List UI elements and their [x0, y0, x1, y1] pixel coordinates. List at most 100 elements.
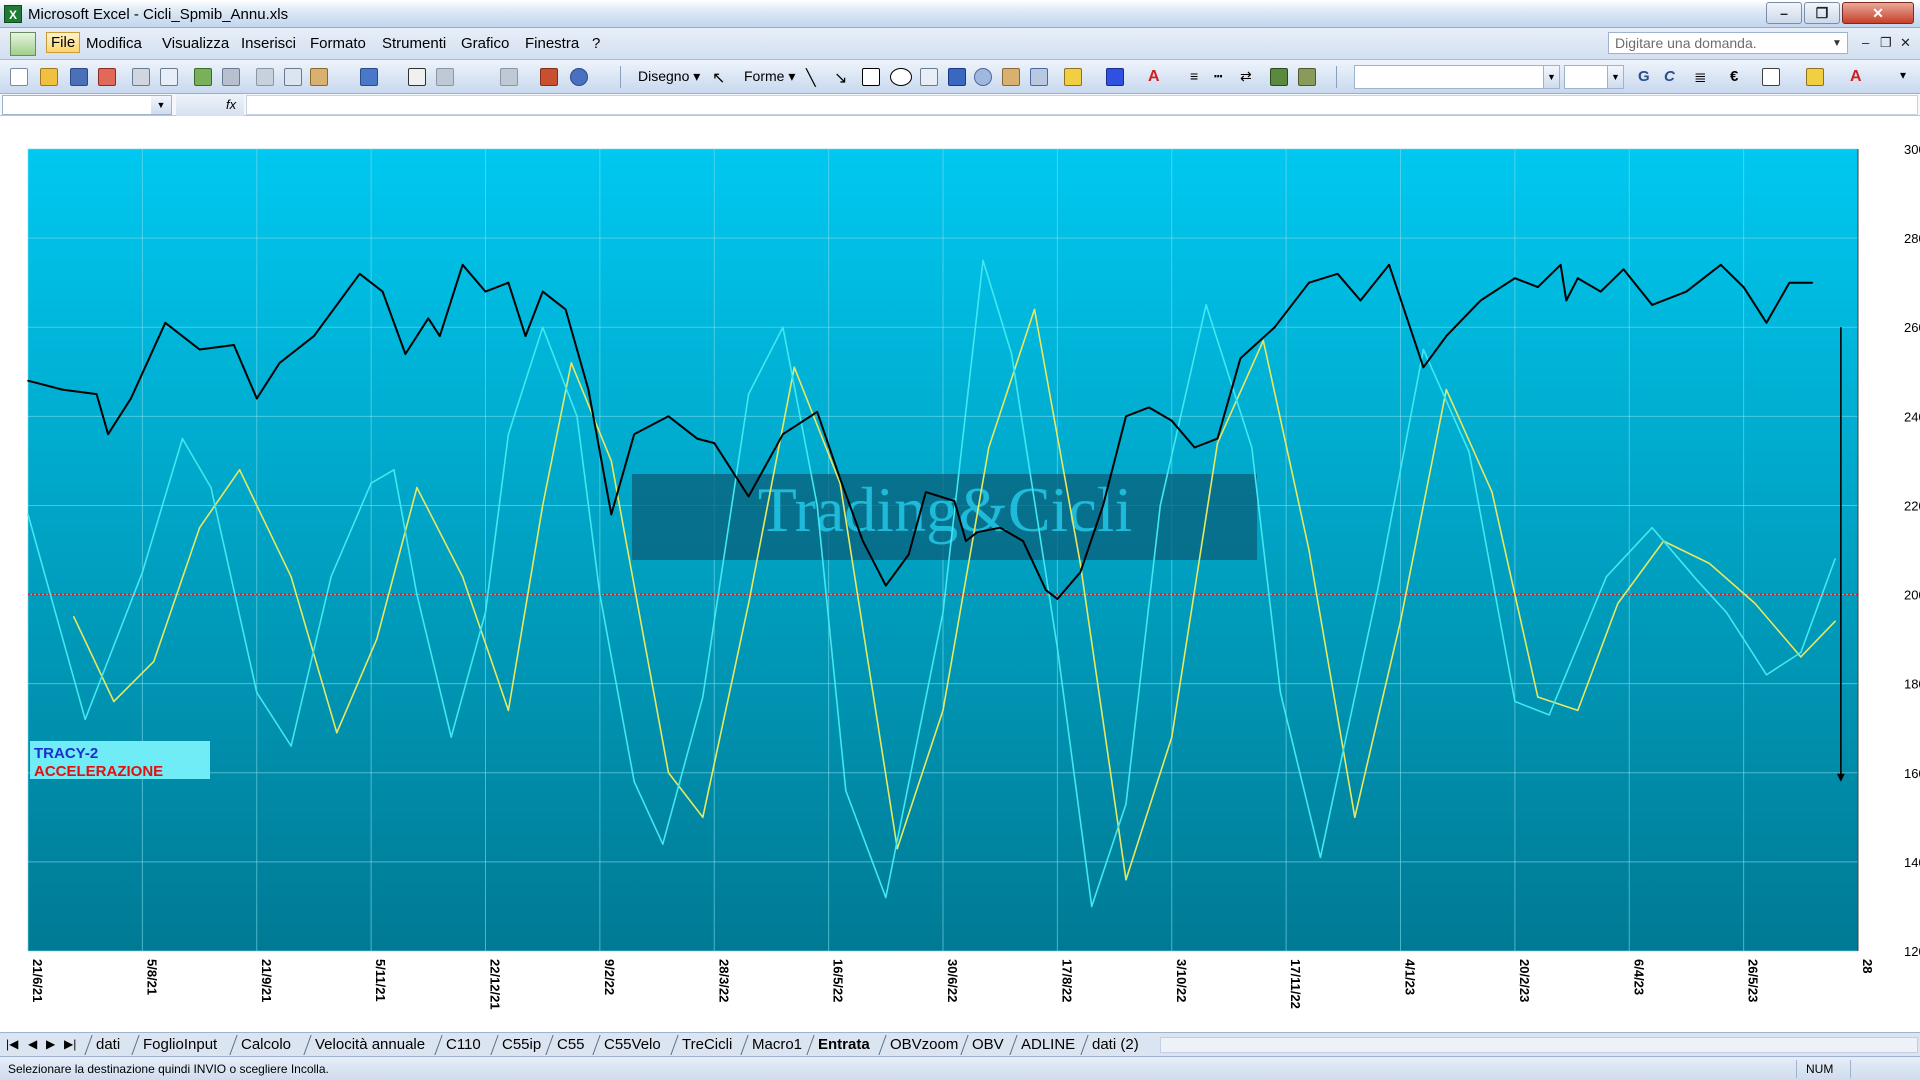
- menu-item[interactable]: Formato: [310, 35, 366, 52]
- sort-icon[interactable]: [500, 68, 518, 86]
- draw-menu[interactable]: Disegno ▾: [638, 68, 700, 85]
- fill-color-icon[interactable]: [1064, 68, 1082, 86]
- name-box-dropdown-icon[interactable]: ▼: [151, 96, 171, 114]
- help-icon[interactable]: [570, 68, 588, 86]
- chart[interactable]: Trading&Cicli 12000140001600018000200002…: [0, 116, 1920, 1032]
- chart-area[interactable]: Trading&Cicli 12000140001600018000200002…: [0, 116, 1920, 1032]
- new-file-icon[interactable]: [10, 68, 28, 86]
- sheet-tab[interactable]: OBVzoom: [890, 1036, 958, 1053]
- menu-item[interactable]: Inserisci: [241, 35, 296, 52]
- series-point-0: [885, 584, 887, 587]
- hyperlink-icon[interactable]: [408, 68, 426, 86]
- sheet-tab[interactable]: OBV: [972, 1036, 1004, 1053]
- first-sheet-icon[interactable]: |◀: [6, 1037, 18, 1051]
- series-point-0: [1193, 446, 1196, 449]
- copy-icon[interactable]: [284, 68, 302, 86]
- ask-dropdown-arrow-icon[interactable]: ▼: [1832, 38, 1842, 49]
- borders-icon[interactable]: [1762, 68, 1780, 86]
- sheet-tab[interactable]: C55: [557, 1036, 585, 1053]
- sheet-tab[interactable]: TreCicli: [682, 1036, 732, 1053]
- menu-item[interactable]: Grafico: [461, 35, 509, 52]
- clipart-icon[interactable]: [1002, 68, 1020, 86]
- align-center-icon[interactable]: ≣: [1694, 68, 1712, 86]
- autosum-icon[interactable]: [436, 68, 454, 86]
- arrow-icon[interactable]: ↘: [834, 68, 852, 87]
- select-pointer-icon[interactable]: ↖: [712, 68, 730, 87]
- excel-app-icon[interactable]: X: [4, 5, 22, 23]
- open-folder-icon[interactable]: [40, 68, 58, 86]
- sheet-tab[interactable]: C110: [446, 1036, 481, 1053]
- last-sheet-icon[interactable]: ▶|: [64, 1037, 76, 1051]
- diagram-icon[interactable]: [974, 68, 992, 86]
- sheet-tab[interactable]: C55ip: [502, 1036, 541, 1053]
- sheet-tab[interactable]: Calcolo: [241, 1036, 291, 1053]
- menu-item[interactable]: Finestra: [525, 35, 579, 52]
- insert-function-icon[interactable]: fx: [176, 94, 244, 116]
- minimize-button[interactable]: –: [1766, 2, 1802, 24]
- sheet-tab[interactable]: C55Velo: [604, 1036, 661, 1053]
- research-icon[interactable]: [222, 68, 240, 86]
- undo-icon[interactable]: [360, 68, 378, 86]
- print-preview-icon[interactable]: [160, 68, 178, 86]
- menu-item[interactable]: Strumenti: [382, 35, 446, 52]
- next-sheet-icon[interactable]: ▶: [46, 1037, 55, 1051]
- menu-item[interactable]: Modifica: [86, 35, 142, 52]
- dash-style-icon[interactable]: ┅: [1214, 68, 1232, 86]
- close-button[interactable]: ✕: [1842, 2, 1914, 24]
- picture-icon[interactable]: [1030, 68, 1048, 86]
- print-icon[interactable]: [132, 68, 150, 86]
- sheet-tab[interactable]: ADLINE: [1021, 1036, 1075, 1053]
- sheet-tab[interactable]: Entrata: [818, 1036, 870, 1053]
- line-icon[interactable]: ╲: [806, 68, 824, 87]
- 3d-icon[interactable]: [1298, 68, 1316, 86]
- oval-icon[interactable]: [890, 68, 912, 86]
- line-style-icon[interactable]: ≡: [1190, 68, 1208, 86]
- series-point-0: [61, 388, 64, 391]
- wordart-icon[interactable]: [948, 68, 966, 86]
- workbook-icon[interactable]: [10, 32, 36, 56]
- bold-button[interactable]: G: [1638, 68, 1650, 85]
- sheet-tab[interactable]: FoglioInput: [143, 1036, 217, 1053]
- save-icon[interactable]: [70, 68, 88, 86]
- menu-item[interactable]: File: [46, 32, 81, 53]
- sheet-tab[interactable]: dati: [96, 1036, 120, 1053]
- maximize-button[interactable]: ❐: [1804, 2, 1840, 24]
- ask-question-input[interactable]: Digitare una domanda.: [1608, 32, 1848, 54]
- series-point-2: [1308, 549, 1310, 551]
- shadow-icon[interactable]: [1270, 68, 1288, 86]
- formula-input[interactable]: [246, 95, 1918, 115]
- permission-icon[interactable]: [98, 68, 116, 86]
- rectangle-icon[interactable]: [862, 68, 880, 86]
- toolbar-options-icon[interactable]: ▾: [1900, 68, 1918, 86]
- doc-minimize-icon[interactable]: –: [1862, 35, 1869, 50]
- series-point-0: [1788, 281, 1791, 284]
- font-color-icon[interactable]: A: [1148, 68, 1166, 86]
- arrow-style-icon[interactable]: ⇄: [1240, 68, 1258, 86]
- x-tick-label: 16/5/22: [831, 959, 846, 1002]
- menu-item[interactable]: ?: [592, 35, 600, 52]
- paste-icon[interactable]: [310, 68, 328, 86]
- euro-icon[interactable]: €: [1730, 68, 1748, 86]
- shapes-menu[interactable]: Forme ▾: [744, 68, 795, 85]
- text-color-icon[interactable]: A: [1850, 68, 1868, 86]
- font-name-select[interactable]: ▼: [1354, 65, 1560, 89]
- textbox-icon[interactable]: [920, 68, 938, 86]
- menu-item[interactable]: Visualizza: [162, 35, 229, 52]
- name-box[interactable]: ▼: [2, 95, 172, 115]
- sheet-tab[interactable]: Macro1: [752, 1036, 802, 1053]
- cut-icon[interactable]: [256, 68, 274, 86]
- horizontal-scrollbar[interactable]: [1160, 1037, 1918, 1053]
- sheet-tab[interactable]: Velocità annuale: [315, 1036, 425, 1053]
- series-point-2: [1708, 562, 1711, 565]
- chart-wizard-icon[interactable]: [540, 68, 558, 86]
- font-size-select[interactable]: ▼: [1564, 65, 1624, 89]
- spelling-icon[interactable]: [194, 68, 212, 86]
- series-point-1: [416, 593, 418, 596]
- italic-button[interactable]: C: [1664, 68, 1675, 85]
- doc-close-icon[interactable]: ✕: [1900, 35, 1911, 51]
- doc-restore-icon[interactable]: ❐: [1880, 35, 1892, 51]
- sheet-tab[interactable]: dati (2): [1092, 1036, 1139, 1053]
- prev-sheet-icon[interactable]: ◀: [28, 1037, 37, 1051]
- line-color-icon[interactable]: [1106, 68, 1124, 86]
- highlight-color-icon[interactable]: [1806, 68, 1824, 86]
